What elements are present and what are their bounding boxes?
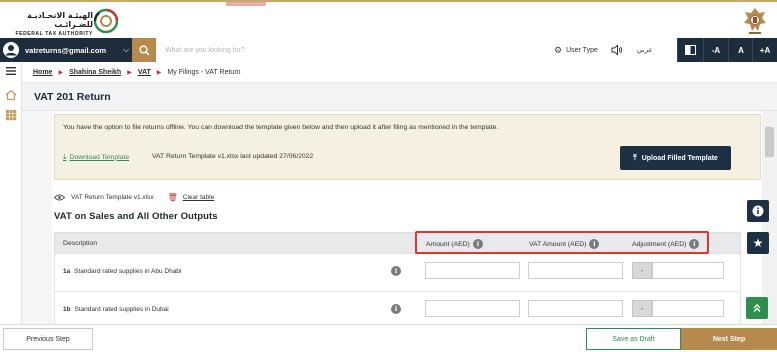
eye-icon[interactable] (54, 194, 65, 201)
main-content: You have the option to file returns offl… (22, 111, 777, 330)
previous-step-button[interactable]: Previous Step (3, 328, 93, 350)
gear-icon: ⚙ (554, 44, 563, 55)
help-button[interactable] (747, 200, 769, 222)
adjustment-minus-button[interactable]: - (632, 300, 652, 317)
trash-icon[interactable]: 🗑 (168, 193, 178, 202)
star-icon: ★ (752, 236, 764, 250)
info-icon (752, 205, 764, 217)
download-template-link[interactable]: ⤓ Download Template (63, 152, 129, 162)
next-step-button[interactable]: Next Step (681, 328, 777, 350)
search-input[interactable] (156, 38, 544, 62)
template-file-name: VAT Return Template v1.xlsx (71, 193, 154, 201)
row-code: 1b (63, 306, 71, 313)
left-rail (0, 62, 22, 324)
search-icon (138, 44, 150, 56)
top-nav-bar: vatreturns@gmail.com ⌵ ⚙ User Type عربي … (0, 38, 777, 62)
row-description: Standard rated supplies in Dubai (74, 306, 169, 313)
font-decrease-button[interactable]: -A (703, 38, 728, 62)
breadcrumb-current: My Filings - VAT Return (167, 68, 241, 76)
brand-name-english: FEDERAL TAX AUTHORITY (15, 31, 93, 37)
uae-emblem-icon (744, 8, 766, 34)
user-email: vatreturns@gmail.com (25, 45, 107, 55)
favourite-button[interactable]: ★ (747, 232, 769, 254)
menu-icon[interactable] (4, 64, 18, 78)
user-type-button[interactable]: ⚙ User Type (554, 45, 598, 56)
scrollbar-thumb[interactable] (765, 127, 774, 157)
home-icon[interactable] (4, 88, 18, 102)
upload-template-label: Upload Filled Template (641, 154, 718, 162)
vat-amount-input[interactable] (528, 262, 623, 279)
row-code: 1a (63, 268, 71, 275)
breadcrumb-arrow-icon: ▶ (156, 69, 162, 76)
footer-bar: Previous Step Save as Draft Next Step (0, 324, 777, 352)
top-marker (226, 2, 266, 6)
contrast-icon (685, 45, 696, 55)
page-title-bar: VAT 201 Return (22, 83, 777, 111)
brand-bar: الهيئـة الاتحـاديـة للضـرائـب FEDERAL TA… (0, 0, 777, 38)
breadcrumb-home[interactable]: Home (33, 69, 52, 76)
user-menu[interactable]: vatreturns@gmail.com ⌵ (0, 38, 132, 62)
template-file-row: VAT Return Template v1.xlsx 🗑 Clear tabl… (54, 191, 214, 203)
double-chevron-up-icon (753, 304, 761, 312)
amount-input[interactable] (425, 300, 520, 317)
adjustment-input[interactable] (652, 300, 724, 317)
download-icon: ⤓ (63, 152, 67, 161)
user-avatar-icon (3, 42, 19, 58)
page-title: VAT 201 Return (34, 91, 111, 103)
template-info: VAT Return Template v1.xlsx last updated… (152, 153, 314, 160)
save-draft-button[interactable]: Save as Draft (586, 328, 681, 350)
adjustment-input[interactable] (652, 262, 724, 279)
info-icon[interactable]: i (391, 304, 401, 314)
header-description: Description (63, 240, 97, 247)
font-increase-button[interactable]: +A (752, 38, 777, 62)
search-area (156, 38, 544, 62)
brand-name-arabic: الهيئـة الاتحـاديـة للضـرائـب (27, 11, 93, 29)
row-label: 1a Standard rated supplies in Abu Dhabi (63, 268, 181, 275)
breadcrumb-arrow-icon: ▶ (127, 69, 132, 76)
language-switch[interactable]: عربي (637, 46, 653, 54)
adjustment-minus-button[interactable]: - (632, 262, 652, 279)
vat-amount-input[interactable] (528, 300, 623, 317)
breadcrumb: Home ▶ Shahina Sheikh ▶ VAT ▶ My Filings… (22, 62, 777, 83)
chevron-down-icon[interactable]: ⌵ (123, 45, 129, 55)
upload-icon: ⤒ (633, 153, 637, 162)
row-label: 1b Standard rated supplies in Dubai (63, 306, 169, 313)
section-title: VAT on Sales and All Other Outputs (54, 211, 218, 222)
utility-area: ⚙ User Type عربي (544, 38, 677, 62)
offline-filing-notice: You have the option to file returns offl… (54, 114, 761, 180)
speaker-icon[interactable] (611, 44, 623, 56)
highlight-annotation (415, 231, 709, 254)
amount-input[interactable] (425, 262, 520, 279)
contrast-toggle[interactable] (677, 38, 703, 62)
search-button[interactable] (132, 38, 156, 62)
font-normal-button[interactable]: A (728, 38, 753, 62)
table-row: 1a Standard rated supplies in Abu Dhabi … (54, 254, 741, 292)
content-gutter (22, 111, 52, 324)
row-description: Standard rated supplies in Abu Dhabi (74, 268, 182, 275)
info-icon[interactable]: i (391, 266, 401, 276)
breadcrumb-vat[interactable]: VAT (138, 69, 151, 76)
fta-logo-icon[interactable] (93, 8, 119, 34)
download-template-label: Download Template (69, 153, 130, 161)
breadcrumb-user[interactable]: Shahina Sheikh (69, 69, 121, 76)
breadcrumb-arrow-icon: ▶ (58, 69, 64, 76)
notice-text: You have the option to file returns offl… (63, 124, 499, 131)
clear-table-link[interactable]: Clear table (183, 194, 214, 201)
upload-template-button[interactable]: ⤒ Upload Filled Template (620, 146, 731, 170)
scroll-top-button[interactable] (746, 297, 768, 319)
grid-icon[interactable] (4, 108, 18, 122)
user-type-label: User Type (566, 46, 598, 54)
